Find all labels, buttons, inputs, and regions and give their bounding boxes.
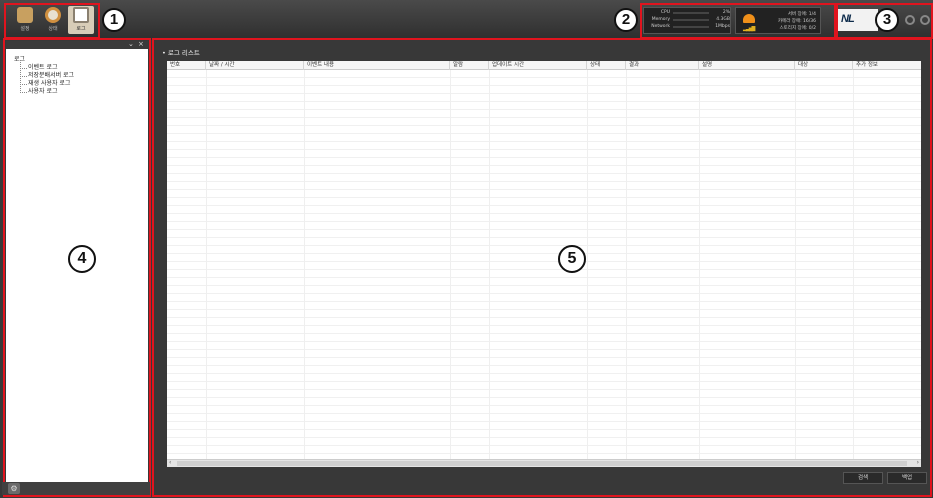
left-panel-footer: ⚙ (2, 482, 150, 495)
col-datetime[interactable]: 날짜 / 시간 (206, 61, 304, 70)
column-divider (587, 70, 588, 459)
column-divider (450, 70, 451, 459)
col-extra-info[interactable]: 추가 정보 (853, 61, 921, 70)
callout-zone-1 (4, 3, 100, 39)
backup-button[interactable]: 백업 (887, 472, 927, 484)
close-icon[interactable]: × (138, 40, 144, 48)
col-target[interactable]: 대상 (795, 61, 853, 70)
callout-badge-4: 4 (68, 245, 96, 273)
log-table[interactable]: 번호 날짜 / 시간 이벤트 내용 알람 업데이트 시간 상태 결과 설명 대상… (167, 61, 921, 459)
column-divider (626, 70, 627, 459)
gear-icon[interactable]: ⚙ (8, 483, 20, 494)
column-divider (795, 70, 796, 459)
callout-badge-1: 1 (102, 8, 126, 32)
col-description[interactable]: 설명 (699, 61, 795, 70)
scrollbar-thumb[interactable] (177, 461, 907, 466)
column-divider (489, 70, 490, 459)
callout-badge-2: 2 (614, 8, 638, 32)
column-divider (206, 70, 207, 459)
panel-header: ⌄ × (6, 40, 148, 49)
search-button[interactable]: 검색 (843, 472, 883, 484)
log-tree: 로그 이벤트 로그 저장분배서버 로그 재생 사용자 로그 사용자 로그 (14, 56, 74, 96)
col-event[interactable]: 이벤트 내용 (304, 61, 450, 70)
col-alarm[interactable]: 알람 (450, 61, 489, 70)
callout-zone-2 (640, 3, 836, 39)
col-result[interactable]: 결과 (626, 61, 699, 70)
horizontal-scrollbar[interactable]: ‹ › (167, 459, 921, 467)
column-divider (853, 70, 854, 459)
column-divider (699, 70, 700, 459)
callout-badge-5: 5 (558, 245, 586, 273)
collapse-icon[interactable]: ⌄ (128, 40, 134, 48)
col-update-time[interactable]: 업데이트 시간 (489, 61, 587, 70)
callout-badge-3: 3 (875, 8, 899, 32)
scroll-left-icon[interactable]: ‹ (169, 459, 171, 466)
scroll-right-icon[interactable]: › (917, 459, 919, 466)
column-divider (304, 70, 305, 459)
tree-item-user-log[interactable]: 사용자 로그 (14, 84, 74, 96)
log-list-title: • 로그 리스트 (162, 49, 200, 57)
app-window: 설정 상태 로그 CPU 2% Memory 4.3GB Network 1Mb… (0, 0, 933, 498)
col-number[interactable]: 번호 (167, 61, 206, 70)
table-header: 번호 날짜 / 시간 이벤트 내용 알람 업데이트 시간 상태 결과 설명 대상… (167, 61, 921, 70)
col-status[interactable]: 상태 (587, 61, 626, 70)
table-body (167, 70, 921, 459)
